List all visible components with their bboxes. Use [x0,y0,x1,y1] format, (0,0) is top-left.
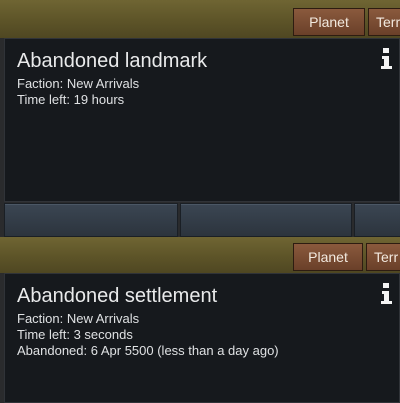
tab-terrain[interactable]: Terr [368,8,400,36]
faction-label: Faction: New Arrivals [17,76,140,91]
faction-label: Faction: New Arrivals [17,311,140,326]
action-button-3[interactable] [354,203,400,237]
tab-planet[interactable]: Planet [293,8,365,36]
time-left-label: Time left: 19 hours [17,92,125,107]
tab-planet[interactable]: Planet [293,243,363,271]
action-button-row [4,203,400,237]
inspect-panel-settlement: Abandoned settlement Faction: New Arriva… [4,273,400,403]
info-icon[interactable] [379,47,393,71]
panel-title: Abandoned settlement [17,285,218,307]
time-left-label: Time left: 3 seconds [17,327,133,342]
tab-terrain[interactable]: Terr [366,243,400,271]
info-icon[interactable] [379,282,393,306]
inspect-panel-landmark: Abandoned landmark Faction: New Arrivals… [4,38,400,202]
action-button-1[interactable] [4,203,178,237]
panel-title: Abandoned landmark [17,50,208,72]
abandoned-date-label: Abandoned: 6 Apr 5500 (less than a day a… [17,343,279,358]
action-button-2[interactable] [180,203,352,237]
